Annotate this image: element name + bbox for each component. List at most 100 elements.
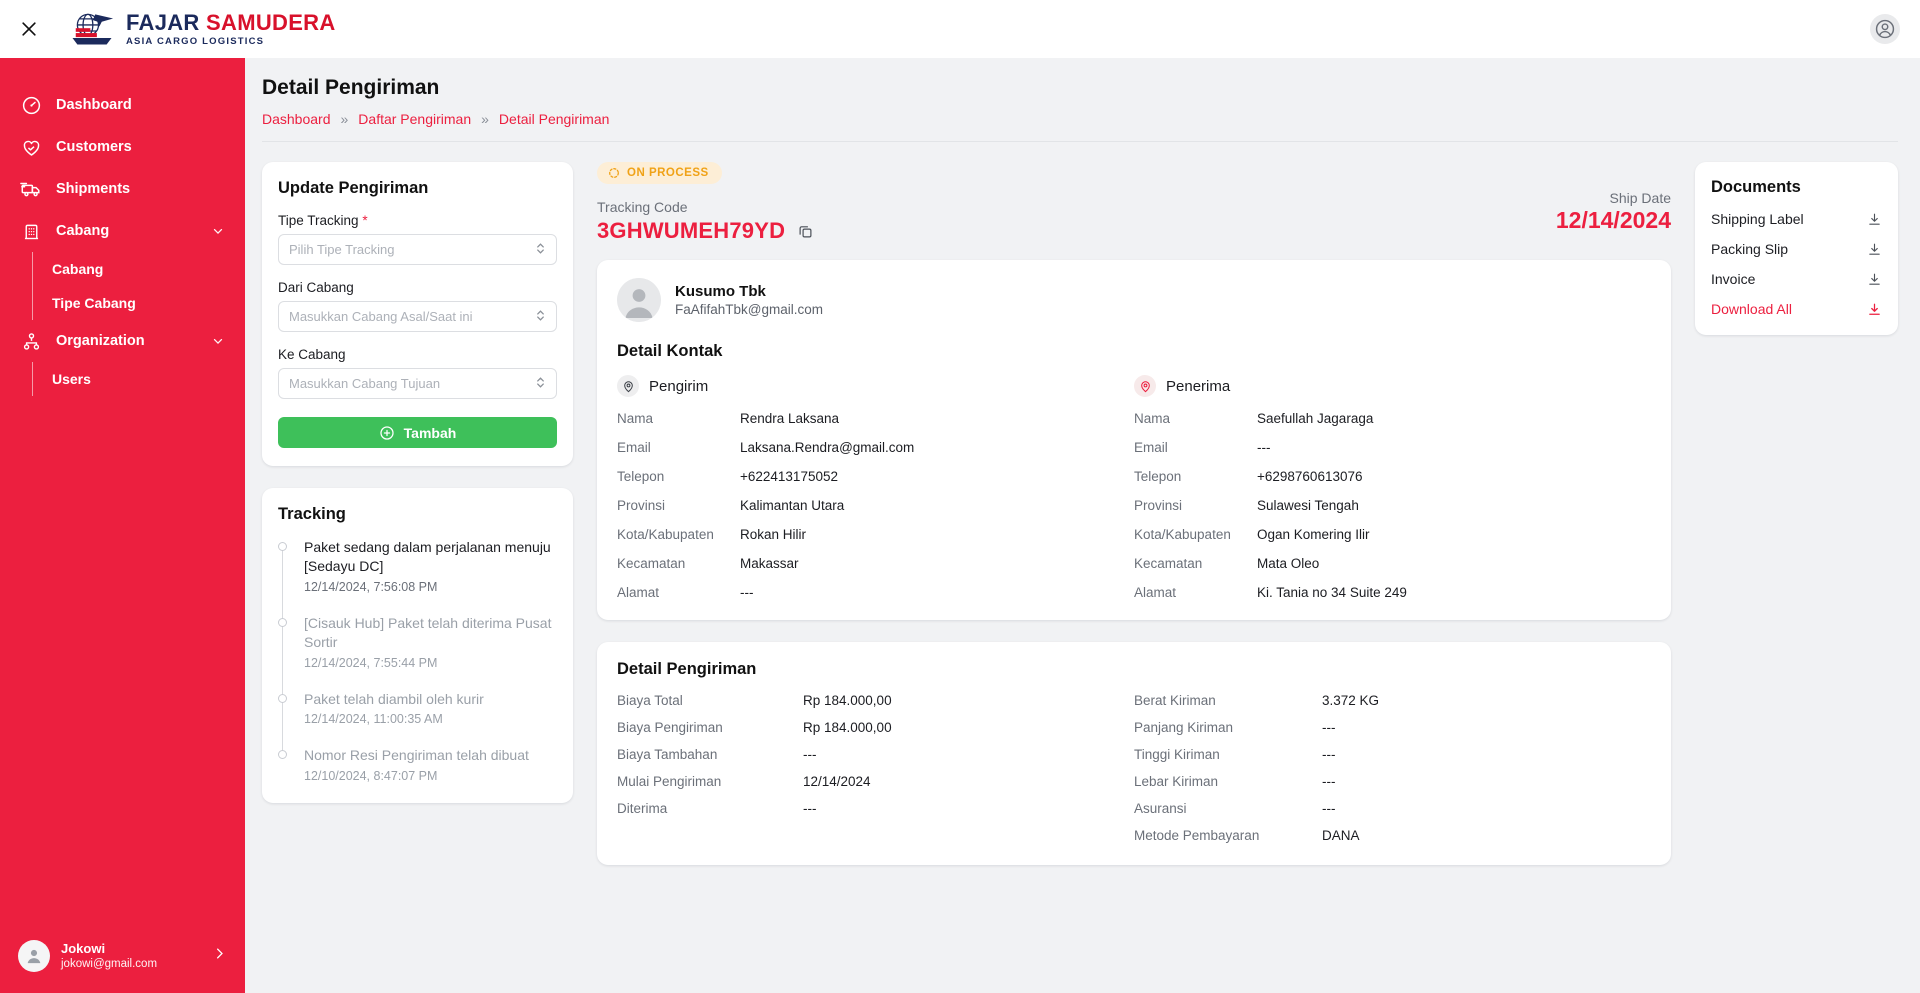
- ke-cabang-select[interactable]: Masukkan Cabang Tujuan: [278, 368, 557, 399]
- row-key: Email: [1134, 440, 1257, 455]
- document-invoice[interactable]: Invoice: [1711, 271, 1882, 287]
- sidebar-subitem-cabang[interactable]: Cabang: [52, 252, 245, 286]
- copy-icon[interactable]: [797, 223, 814, 240]
- account-menu-button[interactable]: [1870, 14, 1900, 44]
- detail-row: Panjang Kiriman---: [1134, 720, 1651, 735]
- sender-header: Pengirim: [617, 375, 1134, 397]
- download-icon[interactable]: [1867, 242, 1882, 257]
- row-value: ---: [1257, 440, 1271, 455]
- detail-row: Biaya Tambahan---: [617, 747, 1134, 762]
- tambah-button[interactable]: Tambah: [278, 417, 557, 448]
- download-icon[interactable]: [1867, 302, 1882, 317]
- row-key: Berat Kiriman: [1134, 693, 1322, 708]
- sidebar-subitem-users[interactable]: Users: [52, 362, 245, 396]
- timeline-time: 12/14/2024, 7:55:44 PM: [304, 656, 557, 670]
- updown-chevron-icon: [535, 241, 546, 259]
- breadcrumb-separator: »: [481, 111, 489, 127]
- sidebar-user-profile[interactable]: Jokowi jokowi@gmail.com: [0, 926, 245, 993]
- timeline-time: 12/10/2024, 8:47:07 PM: [304, 769, 557, 783]
- download-icon[interactable]: [1867, 212, 1882, 227]
- receiver-row: Telepon+6298760613076: [1134, 469, 1651, 484]
- sidebar-item-customers[interactable]: Customers: [0, 126, 245, 168]
- shipment-header: ON PROCESS Tracking Code 3GHWUMEH79YD: [597, 162, 1671, 244]
- receiver-row: KecamatanMata Oleo: [1134, 556, 1651, 571]
- document-label: Shipping Label: [1711, 211, 1804, 227]
- breadcrumb-dashboard[interactable]: Dashboard: [262, 111, 331, 127]
- sidebar-item-shipments[interactable]: Shipments: [0, 168, 245, 210]
- document-shipping-label[interactable]: Shipping Label: [1711, 211, 1882, 227]
- row-value: Mata Oleo: [1257, 556, 1319, 571]
- row-key: Alamat: [617, 585, 740, 600]
- row-key: Biaya Pengiriman: [617, 720, 803, 735]
- ship-date-block: Ship Date 12/14/2024: [1556, 162, 1671, 234]
- field-label: Dari Cabang: [278, 280, 557, 295]
- close-icon[interactable]: [0, 0, 58, 58]
- contact-columns: Pengirim NamaRendra Laksana EmailLaksana…: [617, 375, 1651, 600]
- receiver-block: Penerima NamaSaefullah Jagaraga Email---…: [1134, 375, 1651, 600]
- timeline-text: [Cisauk Hub] Paket telah diterima Pusat …: [304, 614, 557, 652]
- row-value: ---: [803, 801, 817, 816]
- top-bar: FAJAR SAMUDERA ASIA CARGO LOGISTICS: [0, 0, 1920, 58]
- row-value: Rendra Laksana: [740, 411, 839, 426]
- sender-row: ProvinsiKalimantan Utara: [617, 498, 1134, 513]
- sidebar-item-organization[interactable]: Organization: [0, 320, 245, 362]
- sender-row: NamaRendra Laksana: [617, 411, 1134, 426]
- org-chart-icon: [20, 330, 42, 352]
- row-value: Saefullah Jagaraga: [1257, 411, 1373, 426]
- row-key: Panjang Kiriman: [1134, 720, 1322, 735]
- dari-cabang-select[interactable]: Masukkan Cabang Asal/Saat ini: [278, 301, 557, 332]
- document-download-all[interactable]: Download All: [1711, 301, 1882, 317]
- tracking-code-value: 3GHWUMEH79YD: [597, 218, 785, 244]
- updown-chevron-icon: [535, 375, 546, 393]
- row-key: Email: [617, 440, 740, 455]
- user-avatar-icon: [24, 946, 44, 966]
- receiver-row: AlamatKi. Tania no 34 Suite 249: [1134, 585, 1651, 600]
- sender-title: Pengirim: [649, 378, 708, 395]
- row-value: DANA: [1322, 828, 1360, 843]
- detail-row: Diterima---: [617, 801, 1134, 816]
- breadcrumb-separator: »: [341, 111, 349, 127]
- row-value: Kalimantan Utara: [740, 498, 844, 513]
- document-label: Invoice: [1711, 271, 1755, 287]
- row-key: Kota/Kabupaten: [617, 527, 740, 542]
- breadcrumb-detail-pengiriman[interactable]: Detail Pengiriman: [499, 111, 610, 127]
- select-placeholder: Pilih Tipe Tracking: [289, 242, 395, 257]
- shipment-detail-grid: Biaya TotalRp 184.000,00 Biaya Pengirima…: [617, 693, 1651, 843]
- detail-kontak-title: Detail Kontak: [617, 342, 1651, 361]
- row-key: Alamat: [1134, 585, 1257, 600]
- timeline-item: Paket telah diambil oleh kurir 12/14/202…: [304, 690, 557, 747]
- status-badge-label: ON PROCESS: [627, 167, 709, 179]
- tipe-tracking-select[interactable]: Pilih Tipe Tracking: [278, 234, 557, 265]
- brand-name-primary: FAJAR: [126, 10, 200, 35]
- timeline-text: Paket telah diambil oleh kurir: [304, 690, 557, 709]
- required-asterisk: *: [362, 213, 367, 228]
- row-key: Tinggi Kiriman: [1134, 747, 1322, 762]
- location-pin-icon: [617, 375, 639, 397]
- tracking-timeline: Paket sedang dalam perjalanan menuju [Se…: [278, 538, 557, 785]
- detail-row: Berat Kiriman3.372 KG: [1134, 693, 1651, 708]
- sidebar-item-dashboard[interactable]: Dashboard: [0, 84, 245, 126]
- sidebar-item-label: Cabang: [56, 223, 109, 239]
- receiver-row: NamaSaefullah Jagaraga: [1134, 411, 1651, 426]
- avatar: [18, 940, 50, 972]
- document-packing-slip[interactable]: Packing Slip: [1711, 241, 1882, 257]
- timeline-time: 12/14/2024, 11:00:35 AM: [304, 712, 557, 726]
- detail-row: Asuransi---: [1134, 801, 1651, 816]
- sidebar-item-cabang[interactable]: Cabang: [0, 210, 245, 252]
- building-icon: [20, 220, 42, 242]
- timeline-text: Paket sedang dalam perjalanan menuju [Se…: [304, 538, 557, 576]
- timeline-time: 12/14/2024, 7:56:08 PM: [304, 580, 557, 594]
- row-value: +6298760613076: [1257, 469, 1363, 484]
- sidebar-subitem-tipe-cabang[interactable]: Tipe Cabang: [52, 286, 245, 320]
- sidebar-item-label: Dashboard: [56, 97, 132, 113]
- timeline-dot-icon: [278, 542, 287, 551]
- left-column: Update Pengiriman Tipe Tracking * Pilih …: [262, 162, 573, 803]
- main-content: Detail Pengiriman Dashboard » Daftar Pen…: [245, 58, 1920, 993]
- sidebar-user-email: jokowi@gmail.com: [61, 957, 157, 973]
- download-icon[interactable]: [1867, 272, 1882, 287]
- middle-column: ON PROCESS Tracking Code 3GHWUMEH79YD: [597, 162, 1671, 865]
- breadcrumb-daftar-pengiriman[interactable]: Daftar Pengiriman: [358, 111, 471, 127]
- shipment-detail-right: Berat Kiriman3.372 KG Panjang Kiriman---…: [1134, 693, 1651, 843]
- row-value: Laksana.Rendra@gmail.com: [740, 440, 914, 455]
- shipment-detail-left: Biaya TotalRp 184.000,00 Biaya Pengirima…: [617, 693, 1134, 843]
